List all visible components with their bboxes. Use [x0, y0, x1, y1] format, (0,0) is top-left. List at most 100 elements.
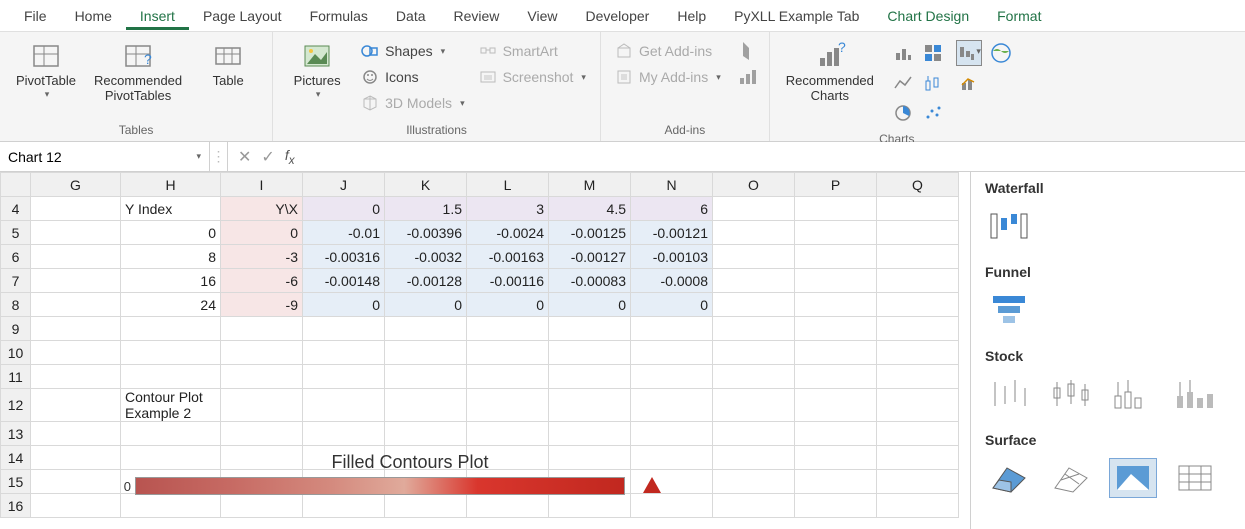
table-button[interactable]: Table: [194, 36, 262, 93]
cell-H11[interactable]: [121, 365, 221, 389]
cell-N11[interactable]: [631, 365, 713, 389]
cell-K7[interactable]: -0.00128: [385, 269, 467, 293]
cell-L13[interactable]: [467, 422, 549, 446]
cell-J5[interactable]: -0.01: [303, 221, 385, 245]
icons-button[interactable]: Icons: [357, 66, 468, 88]
cell-N6[interactable]: -0.00103: [631, 245, 713, 269]
cell-K6[interactable]: -0.0032: [385, 245, 467, 269]
surface-wireframe-3d-thumb[interactable]: [1047, 458, 1095, 498]
cell-G5[interactable]: [31, 221, 121, 245]
funnel-type-thumb[interactable]: [985, 290, 1033, 330]
cell-Q13[interactable]: [877, 422, 959, 446]
cell-N7[interactable]: -0.0008: [631, 269, 713, 293]
surface-3d-thumb[interactable]: [985, 458, 1033, 498]
cell-L7[interactable]: -0.00116: [467, 269, 549, 293]
screenshot-button[interactable]: Screenshot▾: [475, 66, 590, 88]
recommended-pivottables-button[interactable]: ? RecommendedPivotTables: [88, 36, 188, 108]
cell-P11[interactable]: [795, 365, 877, 389]
cell-Q6[interactable]: [877, 245, 959, 269]
stock-ohlc-thumb[interactable]: [1047, 374, 1095, 414]
cell-G6[interactable]: [31, 245, 121, 269]
cell-L5[interactable]: -0.0024: [467, 221, 549, 245]
cell-I7[interactable]: -6: [221, 269, 303, 293]
cell-M16[interactable]: [549, 494, 631, 518]
cell-P9[interactable]: [795, 317, 877, 341]
recommended-charts-button[interactable]: ? RecommendedCharts: [780, 36, 880, 108]
cell-M7[interactable]: -0.00083: [549, 269, 631, 293]
cell-Q10[interactable]: [877, 341, 959, 365]
cell-P12[interactable]: [795, 389, 877, 422]
cell-L16[interactable]: [467, 494, 549, 518]
cell-J6[interactable]: -0.00316: [303, 245, 385, 269]
column-header-M[interactable]: M: [549, 173, 631, 197]
cell-G7[interactable]: [31, 269, 121, 293]
cell-I9[interactable]: [221, 317, 303, 341]
tab-review[interactable]: Review: [440, 2, 514, 30]
cell-L6[interactable]: -0.00163: [467, 245, 549, 269]
cell-N4[interactable]: 6: [631, 197, 713, 221]
column-header-N[interactable]: N: [631, 173, 713, 197]
stock-hlc-thumb[interactable]: [985, 374, 1033, 414]
stock-vhlc-thumb[interactable]: [1109, 374, 1157, 414]
cell-G12[interactable]: [31, 389, 121, 422]
row-header-15[interactable]: 15: [1, 470, 31, 494]
combo-chart-button[interactable]: [956, 70, 982, 96]
column-header-H[interactable]: H: [121, 173, 221, 197]
column-header-G[interactable]: G: [31, 173, 121, 197]
cell-J11[interactable]: [303, 365, 385, 389]
cell-L8[interactable]: 0: [467, 293, 549, 317]
surface-wireframe-contour-thumb[interactable]: [1171, 458, 1219, 498]
cell-H9[interactable]: [121, 317, 221, 341]
cell-M10[interactable]: [549, 341, 631, 365]
cell-K13[interactable]: [385, 422, 467, 446]
cell-K10[interactable]: [385, 341, 467, 365]
cell-L9[interactable]: [467, 317, 549, 341]
cell-O4[interactable]: [713, 197, 795, 221]
cell-Q15[interactable]: [877, 470, 959, 494]
cell-O14[interactable]: [713, 446, 795, 470]
row-header-10[interactable]: 10: [1, 341, 31, 365]
cell-I11[interactable]: [221, 365, 303, 389]
cell-P8[interactable]: [795, 293, 877, 317]
cell-N5[interactable]: -0.00121: [631, 221, 713, 245]
column-header-Q[interactable]: Q: [877, 173, 959, 197]
cell-H13[interactable]: [121, 422, 221, 446]
tab-formulas[interactable]: Formulas: [296, 2, 382, 30]
cell-N8[interactable]: 0: [631, 293, 713, 317]
cell-N16[interactable]: [631, 494, 713, 518]
cell-O16[interactable]: [713, 494, 795, 518]
surface-contour-thumb[interactable]: [1109, 458, 1157, 498]
cell-O13[interactable]: [713, 422, 795, 446]
cell-O6[interactable]: [713, 245, 795, 269]
cell-Q8[interactable]: [877, 293, 959, 317]
row-header-16[interactable]: 16: [1, 494, 31, 518]
cell-M5[interactable]: -0.00125: [549, 221, 631, 245]
my-addins-button[interactable]: My Add-ins▾: [611, 66, 725, 88]
cell-G9[interactable]: [31, 317, 121, 341]
row-header-13[interactable]: 13: [1, 422, 31, 446]
cell-P14[interactable]: [795, 446, 877, 470]
get-addins-button[interactable]: Get Add-ins: [611, 40, 725, 62]
cell-Q11[interactable]: [877, 365, 959, 389]
column-header-P[interactable]: P: [795, 173, 877, 197]
cell-G15[interactable]: [31, 470, 121, 494]
tab-format[interactable]: Format: [983, 2, 1055, 30]
tab-developer[interactable]: Developer: [572, 2, 664, 30]
cell-O10[interactable]: [713, 341, 795, 365]
hierarchy-chart-button[interactable]: [920, 40, 946, 66]
tab-chart-design[interactable]: Chart Design: [873, 2, 983, 30]
cancel-formula-icon[interactable]: ✕: [238, 147, 251, 167]
tab-insert[interactable]: Insert: [126, 2, 189, 30]
cell-P4[interactable]: [795, 197, 877, 221]
row-header-4[interactable]: 4: [1, 197, 31, 221]
bing-maps-icon[interactable]: [737, 40, 759, 62]
column-header-O[interactable]: O: [713, 173, 795, 197]
cell-Q4[interactable]: [877, 197, 959, 221]
cell-K8[interactable]: 0: [385, 293, 467, 317]
row-header-8[interactable]: 8: [1, 293, 31, 317]
maps-button[interactable]: [988, 40, 1014, 66]
row-header-12[interactable]: 12: [1, 389, 31, 422]
cell-P6[interactable]: [795, 245, 877, 269]
pivottable-button[interactable]: PivotTable ▾: [10, 36, 82, 104]
scatter-chart-button[interactable]: [920, 100, 946, 126]
